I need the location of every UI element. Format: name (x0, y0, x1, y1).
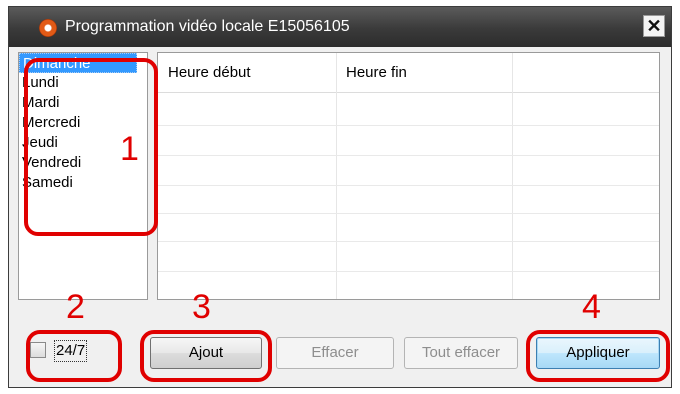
apply-button[interactable]: Appliquer (536, 337, 660, 369)
full-time-label[interactable]: 24/7 (54, 340, 88, 362)
day-item-mardi[interactable]: Mardi (19, 93, 147, 113)
window-title: Programmation vidéo locale E15056105 (65, 18, 350, 35)
row-divider (158, 125, 659, 126)
row-divider (158, 155, 659, 156)
app-logo-icon (39, 19, 57, 37)
column-header-start[interactable]: Heure début (158, 53, 336, 93)
title-bar[interactable]: Programmation vidéo locale E15056105 ✕ (9, 7, 671, 47)
delete-all-button[interactable]: Tout effacer (404, 337, 518, 369)
column-header-end[interactable]: Heure fin (336, 53, 512, 93)
row-divider (158, 271, 659, 272)
callout-2-number: 2 (66, 288, 85, 326)
checkbox-icon[interactable] (30, 342, 46, 358)
table-header: Heure début Heure fin (158, 53, 659, 93)
callout-4-number: 4 (582, 288, 601, 326)
column-header-extra (512, 53, 659, 93)
delete-button[interactable]: Effacer (276, 337, 394, 369)
row-divider (158, 241, 659, 242)
day-item-dimanche[interactable]: Dimanche (19, 53, 137, 73)
callout-3-number: 3 (192, 288, 211, 326)
day-item-samedi[interactable]: Samedi (19, 173, 147, 193)
column-divider (512, 53, 513, 299)
column-divider (336, 53, 337, 299)
add-button[interactable]: Ajout (150, 337, 262, 369)
callout-1-number: 1 (120, 130, 139, 168)
close-icon[interactable]: ✕ (643, 15, 665, 37)
schedule-table[interactable]: Heure début Heure fin (157, 52, 660, 300)
row-divider (158, 185, 659, 186)
row-divider (158, 213, 659, 214)
day-item-lundi[interactable]: Lundi (19, 73, 147, 93)
day-list[interactable]: Dimanche Lundi Mardi Mercredi Jeudi Vend… (18, 52, 148, 300)
